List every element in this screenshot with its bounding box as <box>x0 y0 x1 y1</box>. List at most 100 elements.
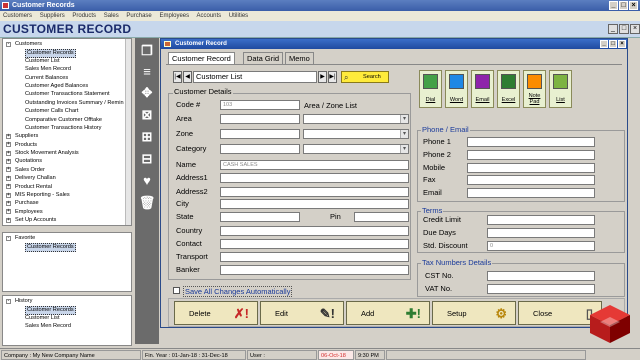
transport-field[interactable] <box>220 252 409 262</box>
tree-node[interactable]: + Set Up Accounts <box>3 216 131 224</box>
history-node[interactable]: - History <box>3 297 131 305</box>
std-discount-field[interactable]: 0 <box>487 241 595 251</box>
last-record-button[interactable]: ▶| <box>328 71 337 83</box>
zone-field[interactable] <box>220 129 300 139</box>
notepad-button[interactable]: Note Pad <box>523 70 546 108</box>
window-maximize-button[interactable]: □ <box>609 40 617 48</box>
menu-sales[interactable]: Sales <box>104 13 119 19</box>
tree-scrollbar[interactable] <box>125 39 131 225</box>
email-field[interactable] <box>467 188 595 198</box>
collapse-icon[interactable]: - <box>6 298 11 304</box>
favorite-node[interactable]: - Favorite <box>3 234 131 242</box>
address1-field[interactable] <box>220 173 409 183</box>
copy-icon[interactable]: ❐ <box>138 42 156 60</box>
word-button[interactable]: Word <box>445 70 468 108</box>
tree-node[interactable]: + Stock Movement Analysis <box>3 149 131 157</box>
expand-icon[interactable]: + <box>6 200 11 206</box>
expand-icon[interactable]: + <box>6 209 11 215</box>
expand-icon[interactable]: + <box>6 158 11 164</box>
excel-button[interactable]: Excel <box>497 70 520 108</box>
tab-data-grid[interactable]: Data Grid <box>243 52 284 64</box>
expand-icon[interactable]: + <box>6 192 11 198</box>
tree-node[interactable]: + Purchase <box>3 199 131 207</box>
tree-leaf[interactable]: Sales Men Record <box>3 65 131 73</box>
edit-button[interactable]: Edit ✎! <box>260 301 344 325</box>
cst-field[interactable] <box>487 271 595 281</box>
header-close-button[interactable]: × <box>630 24 640 34</box>
expand-icon[interactable]: + <box>6 142 11 148</box>
delete-button[interactable]: Delete ✗! <box>174 301 258 325</box>
tree-node[interactable]: + Delivery Challan <box>3 174 131 182</box>
tree-node[interactable]: + MIS Reporting - Sales <box>3 191 131 199</box>
city-field[interactable] <box>220 199 409 209</box>
search-button[interactable]: ⌕ Search <box>341 71 389 83</box>
code-field[interactable]: 103 <box>220 100 300 110</box>
menu-products[interactable]: Products <box>72 13 96 19</box>
tree-node[interactable]: + Quotations <box>3 157 131 165</box>
category-field[interactable] <box>220 144 300 154</box>
vat-field[interactable] <box>487 284 595 294</box>
state-field[interactable] <box>220 212 300 222</box>
list-button[interactable]: List <box>549 70 572 108</box>
window-minimize-button[interactable]: _ <box>600 40 608 48</box>
tree-leaf[interactable]: Customer Records <box>3 48 131 58</box>
expand-icon[interactable]: + <box>6 175 11 181</box>
tree-leaf[interactable]: Outstanding Invoices Summary / Remin <box>3 99 131 107</box>
menu-suppliers[interactable]: Suppliers <box>40 13 65 19</box>
history-leaf[interactable]: Customer List <box>3 314 131 322</box>
contact-field[interactable] <box>220 239 409 249</box>
mobile-field[interactable] <box>467 163 595 173</box>
category-dropdown[interactable] <box>303 144 409 154</box>
tree-node[interactable]: + Suppliers <box>3 132 131 140</box>
phone1-field[interactable] <box>467 137 595 147</box>
minus-box-icon[interactable]: ⊟ <box>138 150 156 168</box>
tree-leaf[interactable]: Comparative Customer Offtake <box>3 116 131 124</box>
menu-lines-icon[interactable]: ≡ <box>138 63 156 81</box>
address2-field[interactable] <box>220 187 409 197</box>
history-leaf[interactable]: Customer Records <box>3 305 131 315</box>
tree-leaf[interactable]: Customer Transactions Statement <box>3 90 131 98</box>
expand-icon[interactable]: + <box>6 150 11 156</box>
trash-icon[interactable]: 🗑 <box>138 194 156 212</box>
tree-node[interactable]: + Products <box>3 141 131 149</box>
window-close-button[interactable]: × <box>618 40 626 48</box>
menu-employees[interactable]: Employees <box>159 13 189 19</box>
add-button[interactable]: Add ✚! <box>346 301 430 325</box>
email-button[interactable]: Email <box>471 70 494 108</box>
expand-icon[interactable]: + <box>6 217 11 223</box>
collapse-icon[interactable]: - <box>6 41 11 47</box>
tree-leaf[interactable]: Customer Aged Balances <box>3 82 131 90</box>
next-record-button[interactable]: ▶ <box>318 71 327 83</box>
tree-leaf[interactable]: Customer Transactions History <box>3 124 131 132</box>
favorite-leaf[interactable]: Customer Records <box>3 242 131 252</box>
close-window-button[interactable]: × <box>629 1 638 10</box>
minimize-button[interactable]: _ <box>609 1 618 10</box>
dial-button[interactable]: Dial <box>419 70 442 108</box>
tree-node[interactable]: + Product Rental <box>3 183 131 191</box>
history-leaf[interactable]: Sales Men Record <box>3 322 131 330</box>
area-dropdown[interactable] <box>303 114 409 124</box>
save-auto-label[interactable]: Save All Changes Automatically <box>183 286 293 297</box>
phone2-field[interactable] <box>467 150 595 160</box>
plus-box-icon[interactable]: ⊞ <box>138 128 156 146</box>
menu-utilities[interactable]: Utilities <box>229 13 248 19</box>
first-record-button[interactable]: |◀ <box>173 71 182 83</box>
save-auto-checkbox[interactable] <box>173 287 180 294</box>
menu-accounts[interactable]: Accounts <box>196 13 221 19</box>
heart-icon[interactable]: ♥ <box>138 172 156 190</box>
collapse-icon[interactable]: - <box>6 235 11 241</box>
banker-field[interactable] <box>220 265 409 275</box>
due-days-field[interactable] <box>487 228 595 238</box>
header-restore-button[interactable]: □ <box>619 24 629 34</box>
menu-customers[interactable]: Customers <box>3 13 32 19</box>
tree-node[interactable]: + Sales Order <box>3 166 131 174</box>
country-field[interactable] <box>220 226 409 236</box>
tree-leaf[interactable]: Customer List <box>3 57 131 65</box>
credit-limit-field[interactable] <box>487 215 595 225</box>
close-box-icon[interactable]: ⊠ <box>138 106 156 124</box>
expand-icon[interactable]: + <box>6 184 11 190</box>
pin-field[interactable] <box>354 212 409 222</box>
area-field[interactable] <box>220 114 300 124</box>
zone-dropdown[interactable] <box>303 129 409 139</box>
tree-leaf[interactable]: Customer Calls Chart <box>3 107 131 115</box>
